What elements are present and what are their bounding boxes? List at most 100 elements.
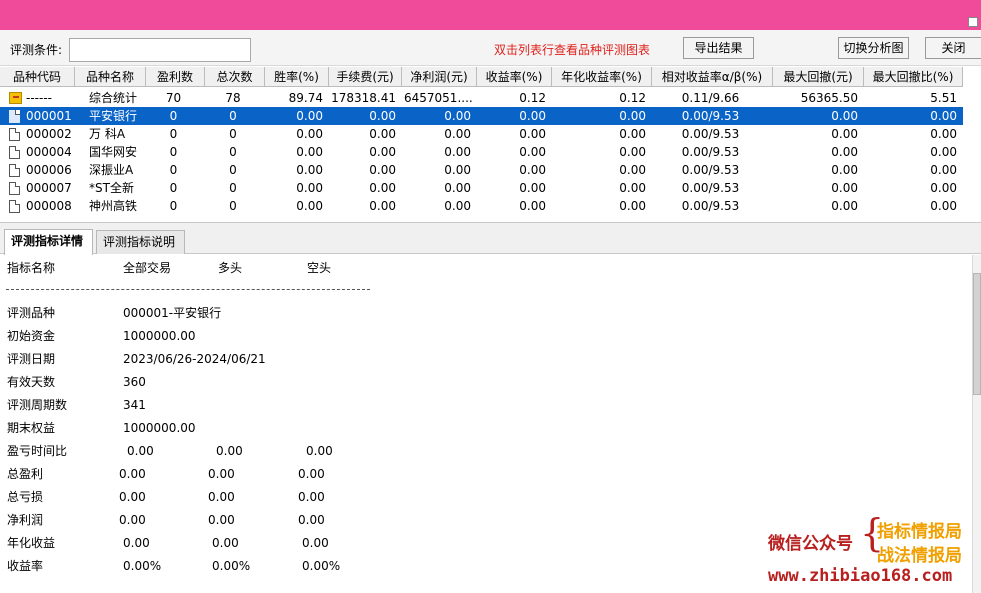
cell-net-profit: 0.00 [444, 127, 471, 141]
detail-label: 总亏损 [7, 490, 44, 504]
detail-long: 0.00 [212, 536, 239, 550]
column-header-name[interactable]: 品种名称 [75, 67, 146, 87]
cell-return: 0.00 [519, 127, 546, 141]
table-row[interactable]: 000008 神州高铁 0 0 0.00 0.00 0.00 0.00 0.00 0.00/9.5… [0, 197, 963, 215]
column-header-code[interactable]: 品种代码 [0, 67, 75, 87]
column-header-total[interactable]: 总次数 [205, 67, 265, 87]
detail-all: 2023/06/26-2024/06/21 [123, 352, 266, 366]
condition-input[interactable] [69, 38, 251, 62]
tab-description[interactable]: 评测指标说明 [96, 230, 185, 254]
column-header-win-rate[interactable]: 胜率(%) [265, 67, 329, 87]
detail-scrollbar[interactable] [972, 255, 981, 593]
column-header-max-dd[interactable]: 最大回撤(元) [773, 67, 864, 87]
cell-total: 0 [229, 145, 237, 159]
toolbar: 评测条件: 双击列表行查看品种评测图表 导出结果 切换分析图 关闭 [0, 30, 981, 66]
cell-total: 0 [229, 199, 237, 213]
detail-long: 0.00 [208, 490, 235, 504]
cell-fee: 0.00 [369, 145, 396, 159]
detail-row: 净利润 0.00 0.00 0.00 [0, 510, 972, 530]
table-row[interactable]: 000007 *ST全新 0 0 0.00 0.00 0.00 0.00 0.00 0.00/9.… [0, 179, 963, 197]
column-header-fee[interactable]: 手续费(元) [329, 67, 402, 87]
watermark-url: www.zhibiao168.com [768, 566, 953, 586]
document-icon [9, 200, 20, 213]
cell-code: 000008 [26, 199, 71, 213]
cell-total: 0 [229, 109, 237, 123]
cell-net-profit: 0.00 [444, 145, 471, 159]
cell-max-dd-ratio: 0.00 [930, 109, 957, 123]
close-button[interactable]: 关闭 [925, 37, 981, 59]
detail-label: 净利润 [7, 513, 44, 527]
cell-relative: 0.00/9.53 [681, 163, 740, 177]
detail-all: 360 [123, 375, 146, 389]
tab-detail[interactable]: 评测指标详情 [4, 229, 93, 255]
window-titlebar [0, 0, 981, 30]
detail-divider [6, 289, 370, 290]
detail-header-all: 全部交易 [123, 261, 172, 275]
table-row[interactable]: ------ 综合统计 70 78 89.74 178318.41 6457051.... 0… [0, 89, 963, 107]
cell-return: 0.12 [519, 91, 546, 105]
document-icon [9, 128, 20, 141]
document-icon [9, 110, 20, 123]
detail-all: 0.00 [119, 467, 146, 481]
detail-short: 0.00 [306, 444, 333, 458]
detail-all: 000001-平安银行 [123, 306, 222, 320]
cell-relative: 0.11/9.66 [681, 91, 740, 105]
detail-all: 0.00 [127, 444, 154, 458]
folder-icon [9, 92, 22, 104]
detail-long: 0.00% [212, 559, 251, 573]
cell-net-profit: 0.00 [444, 163, 471, 177]
cell-net-profit: 0.00 [444, 181, 471, 195]
cell-annual-return: 0.00 [619, 127, 646, 141]
detail-row: 初始资金 1000000.00 [0, 326, 972, 346]
grid-header: 品种代码 品种名称 盈利数 总次数 胜率(%) 手续费(元) 净利润(元) 收益率(%) 年化收… [0, 67, 963, 87]
detail-scrollbar-thumb[interactable] [973, 273, 981, 395]
detail-label: 总盈利 [7, 467, 44, 481]
detail-all: 0.00 [123, 536, 150, 550]
cell-fee: 0.00 [369, 199, 396, 213]
detail-row: 评测品种 000001-平安银行 [0, 303, 972, 323]
cell-win-rate: 89.74 [288, 91, 323, 105]
detail-short: 0.00 [298, 513, 325, 527]
cell-code: 000007 [26, 181, 71, 195]
cell-total: 0 [229, 163, 237, 177]
cell-wins: 0 [169, 109, 178, 123]
cell-max-dd-ratio: 0.00 [930, 163, 957, 177]
cell-annual-return: 0.00 [619, 109, 646, 123]
column-header-annual-return[interactable]: 年化收益率(%) [552, 67, 652, 87]
side-checkbox[interactable] [968, 17, 978, 27]
detail-all: 1000000.00 [123, 421, 196, 435]
detail-row: 期末权益 1000000.00 [0, 418, 972, 438]
cell-fee: 0.00 [369, 181, 396, 195]
column-header-net-profit[interactable]: 净利润(元) [402, 67, 477, 87]
cell-max-dd-ratio: 0.00 [930, 145, 957, 159]
column-header-wins[interactable]: 盈利数 [146, 67, 205, 87]
cell-net-profit: 6457051.... [404, 91, 473, 105]
detail-row: 有效天数 360 [0, 372, 972, 392]
switch-chart-button[interactable]: 切换分析图 [838, 37, 909, 59]
cell-max-dd-ratio: 5.51 [930, 91, 957, 105]
table-row[interactable]: 000001 平安银行 0 0 0.00 0.00 0.00 0.00 0.00 0.00/9.5… [0, 107, 963, 125]
cell-fee: 0.00 [369, 109, 396, 123]
column-header-relative[interactable]: 相对收益率α/β(%) [652, 67, 773, 87]
cell-win-rate: 0.00 [296, 127, 323, 141]
export-button[interactable]: 导出结果 [683, 37, 754, 59]
cell-relative: 0.00/9.53 [681, 145, 740, 159]
detail-long: 0.00 [208, 467, 235, 481]
column-header-return[interactable]: 收益率(%) [477, 67, 552, 87]
cell-return: 0.00 [519, 145, 546, 159]
cell-code: 000001 [26, 109, 71, 123]
column-header-max-dd-ratio[interactable]: 最大回撤比(%) [864, 67, 963, 87]
cell-fee: 0.00 [369, 127, 396, 141]
table-row[interactable]: 000006 深振业A 0 0 0.00 0.00 0.00 0.00 0.00 0.00/9.5… [0, 161, 963, 179]
detail-short: 0.00 [298, 467, 325, 481]
detail-header-long: 多头 [218, 261, 243, 275]
table-row[interactable]: 000004 国华网安 0 0 0.00 0.00 0.00 0.00 0.00 0.00/9.5… [0, 143, 963, 161]
detail-label: 年化收益 [7, 536, 56, 550]
cell-relative: 0.00/9.53 [681, 181, 740, 195]
cell-total: 0 [229, 127, 237, 141]
cell-wins: 0 [169, 199, 178, 213]
cell-return: 0.00 [519, 163, 546, 177]
cell-name: *ST全新 [89, 181, 134, 195]
cell-win-rate: 0.00 [296, 181, 323, 195]
table-row[interactable]: 000002 万 科A 0 0 0.00 0.00 0.00 0.00 0.00 0.00/9.5… [0, 125, 963, 143]
